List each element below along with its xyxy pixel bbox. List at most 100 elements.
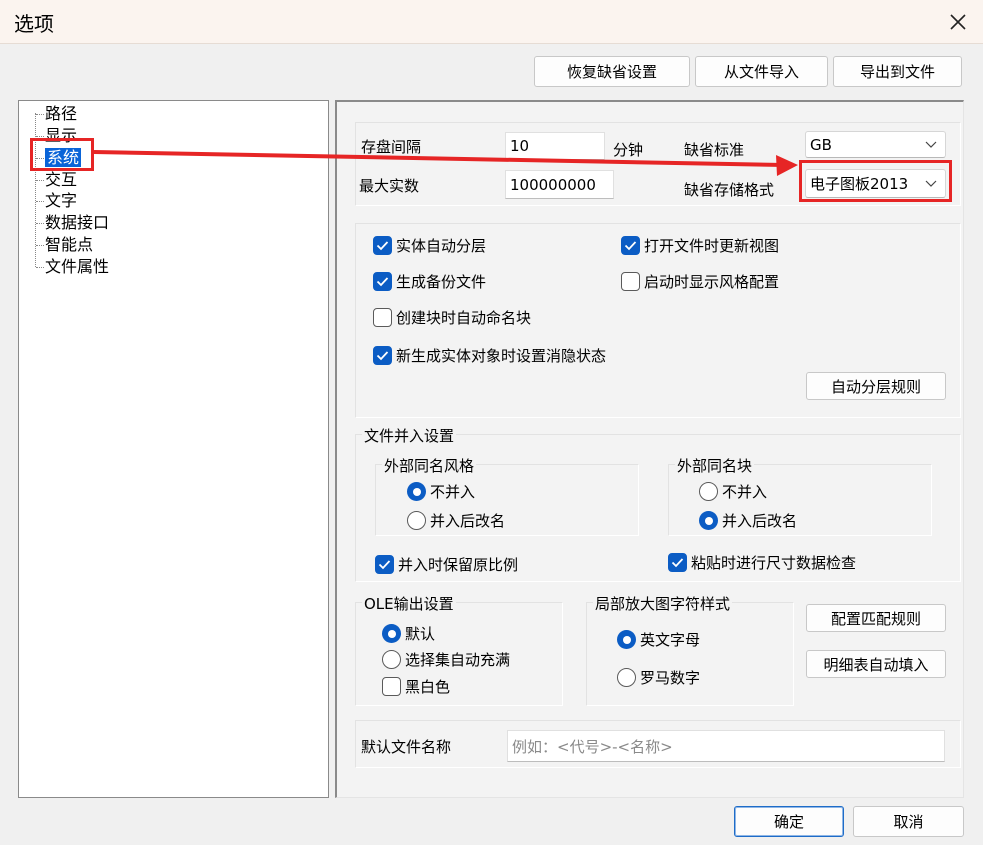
export-to-file-button[interactable]: 导出到文件 xyxy=(833,56,962,87)
ext-style-rename-radio[interactable]: 并入后改名 xyxy=(407,510,505,531)
checkbox-box xyxy=(668,553,687,572)
style-config-label: 启动时显示风格配置 xyxy=(644,273,780,291)
checkmark-icon xyxy=(376,241,389,251)
radio-dot xyxy=(407,482,426,501)
tree-item-label: 系统 xyxy=(45,148,82,167)
hide-state-checkbox[interactable]: 新生成实体对象时设置消隐状态 xyxy=(373,345,606,366)
tree-item-text[interactable]: 文字 xyxy=(35,190,78,212)
table-auto-fill-button[interactable]: 明细表自动填入 xyxy=(806,650,946,678)
category-tree: 路径 显示 系统 交互 文字 数据接口 智能点 文件属性 xyxy=(18,100,329,798)
radio-label: 选择集自动充满 xyxy=(405,651,511,669)
window-title: 选项 xyxy=(14,12,54,36)
save-interval-unit: 分钟 xyxy=(613,141,644,159)
checkbox-box xyxy=(373,346,392,365)
zoom-style-group: 局部放大图字符样式 xyxy=(586,593,794,706)
import-from-file-button[interactable]: 从文件导入 xyxy=(695,56,828,87)
radio-label: 并入后改名 xyxy=(430,512,506,530)
ole-group-title: OLE输出设置 xyxy=(362,593,456,614)
ole-default-radio[interactable]: 默认 xyxy=(382,623,435,644)
ok-button[interactable]: 确定 xyxy=(734,806,844,837)
default-format-value: 电子图板2013 xyxy=(810,175,909,193)
radio-dot xyxy=(382,650,401,669)
default-format-label: 缺省存储格式 xyxy=(684,181,775,199)
default-format-select[interactable]: 电子图板2013 xyxy=(805,169,946,198)
tree-item-label: 显示 xyxy=(45,126,78,145)
ole-bw-checkbox[interactable]: 黑白色 xyxy=(382,676,450,697)
ext-block-no-merge-radio[interactable]: 不并入 xyxy=(699,481,767,502)
radio-label: 不并入 xyxy=(430,483,476,501)
default-filename-label: 默认文件名称 xyxy=(361,738,452,756)
default-filename-input[interactable]: 例如：<代号>-<名称> xyxy=(507,730,945,762)
zoom-style-group-title: 局部放大图字符样式 xyxy=(593,593,733,614)
tree-item-file-properties[interactable]: 文件属性 xyxy=(35,256,109,278)
tree-item-data-interface[interactable]: 数据接口 xyxy=(35,212,110,234)
auto-block-name-label: 创建块时自动命名块 xyxy=(396,309,532,327)
match-rule-button[interactable]: 配置匹配规则 xyxy=(806,604,946,632)
tree-item-system[interactable]: 系统 xyxy=(35,147,82,169)
auto-block-name-checkbox[interactable]: 创建块时自动命名块 xyxy=(373,307,531,328)
paste-check-label: 粘贴时进行尺寸数据检查 xyxy=(691,554,857,572)
tree-item-smart-point[interactable]: 智能点 xyxy=(35,234,93,256)
ext-style-group-title: 外部同名风格 xyxy=(382,455,477,476)
checkbox-box xyxy=(373,236,392,255)
keep-scale-checkbox[interactable]: 并入时保留原比例 xyxy=(375,554,518,575)
title-bar: 选项 xyxy=(0,0,983,44)
restore-defaults-button[interactable]: 恢复缺省设置 xyxy=(534,56,690,87)
style-config-checkbox[interactable]: 启动时显示风格配置 xyxy=(621,271,779,292)
checkbox-box xyxy=(373,272,392,291)
close-button[interactable] xyxy=(941,6,975,38)
checkmark-icon xyxy=(378,560,391,570)
ext-block-rename-radio[interactable]: 并入后改名 xyxy=(699,510,797,531)
tree-item-path[interactable]: 路径 xyxy=(35,103,78,125)
ole-auto-fill-radio[interactable]: 选择集自动充满 xyxy=(382,649,510,670)
chevron-down-icon xyxy=(925,180,937,187)
default-standard-label: 缺省标准 xyxy=(684,141,745,159)
radio-dot xyxy=(617,668,636,687)
radio-label: 罗马数字 xyxy=(640,669,701,687)
save-interval-input[interactable]: 10 xyxy=(505,132,605,160)
zoom-letters-radio[interactable]: 英文字母 xyxy=(617,629,700,650)
tree-item-interaction[interactable]: 交互 xyxy=(35,169,78,191)
tree-item-label: 文字 xyxy=(45,191,78,210)
paste-check-checkbox[interactable]: 粘贴时进行尺寸数据检查 xyxy=(668,552,856,573)
default-standard-select[interactable]: GB xyxy=(805,131,946,158)
radio-dot xyxy=(699,511,718,530)
settings-panel: 存盘间隔 10 分钟 缺省标准 GB 最大实数 100000000 缺省存储格式… xyxy=(335,100,964,798)
radio-dot xyxy=(407,511,426,530)
tree-item-label: 交互 xyxy=(45,170,78,189)
radio-label: 英文字母 xyxy=(640,631,701,649)
cancel-button[interactable]: 取消 xyxy=(853,806,964,837)
keep-scale-label: 并入时保留原比例 xyxy=(398,556,519,574)
checkmark-icon xyxy=(376,277,389,287)
auto-layer-checkbox[interactable]: 实体自动分层 xyxy=(373,235,486,256)
ole-bw-label: 黑白色 xyxy=(405,678,451,696)
radio-label: 不并入 xyxy=(722,483,768,501)
checkbox-box xyxy=(373,308,392,327)
radio-dot xyxy=(617,630,636,649)
max-entities-input[interactable]: 100000000 xyxy=(505,170,614,199)
max-entities-label: 最大实数 xyxy=(359,177,420,195)
tree-item-label: 路径 xyxy=(45,104,78,123)
refresh-view-checkbox[interactable]: 打开文件时更新视图 xyxy=(621,235,779,256)
tree-item-display[interactable]: 显示 xyxy=(35,125,78,147)
backup-checkbox[interactable]: 生成备份文件 xyxy=(373,271,486,292)
ext-style-no-merge-radio[interactable]: 不并入 xyxy=(407,481,475,502)
radio-dot xyxy=(699,482,718,501)
hide-state-label: 新生成实体对象时设置消隐状态 xyxy=(396,347,607,365)
checkbox-box xyxy=(382,677,401,696)
checkmark-icon xyxy=(624,241,637,251)
auto-layer-label: 实体自动分层 xyxy=(396,237,487,255)
save-interval-label: 存盘间隔 xyxy=(361,138,422,156)
checkbox-box xyxy=(621,236,640,255)
checkbox-box xyxy=(621,272,640,291)
checkbox-box xyxy=(375,555,394,574)
chevron-down-icon xyxy=(925,141,937,148)
zoom-roman-radio[interactable]: 罗马数字 xyxy=(617,667,700,688)
close-icon xyxy=(950,14,966,30)
checkmark-icon xyxy=(671,558,684,568)
checkmark-icon xyxy=(376,351,389,361)
tree-item-label: 数据接口 xyxy=(45,213,110,232)
radio-dot xyxy=(382,624,401,643)
auto-layer-rule-button[interactable]: 自动分层规则 xyxy=(806,372,946,400)
radio-label: 默认 xyxy=(405,625,436,643)
